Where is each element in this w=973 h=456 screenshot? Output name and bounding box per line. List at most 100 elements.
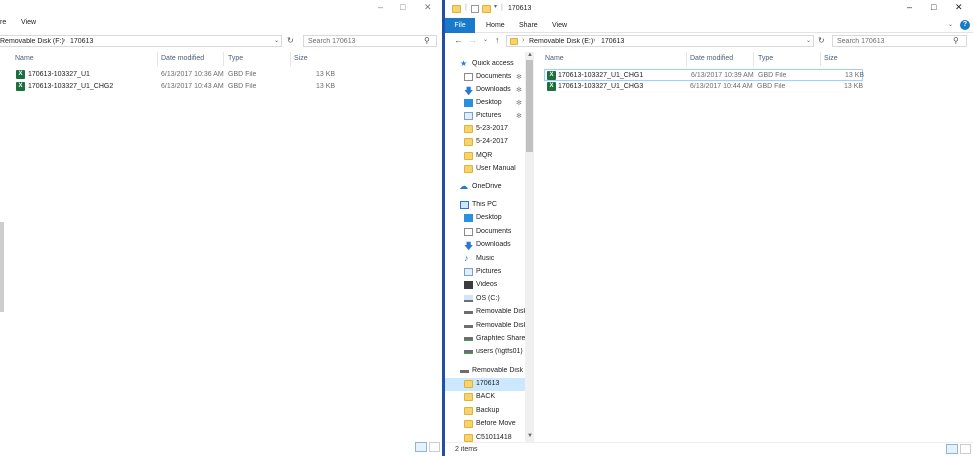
refresh-icon[interactable]: ↻ [287, 36, 294, 45]
column-divider [820, 52, 821, 66]
breadcrumb-removable-disk[interactable]: Removable Disk (F:) [0, 38, 64, 45]
nav-item-user-manual[interactable]: User Manual [445, 163, 525, 176]
nav-item-mqr[interactable]: MQR [445, 150, 525, 163]
file-row[interactable]: X 170613-103327_U1_CHG2 6/13/2017 10:43 … [14, 81, 336, 93]
column-header-size[interactable]: Size [824, 55, 838, 62]
scroll-up-icon[interactable]: ▲ [527, 52, 533, 58]
expand-ribbon-icon[interactable]: ⌄ [948, 21, 953, 28]
minimize-icon[interactable]: – [378, 2, 383, 12]
toolbar-separator: | [501, 4, 503, 11]
ribbon-tab-partial[interactable]: re [0, 19, 6, 26]
search-input[interactable]: Search 170613 ⚲ [832, 35, 967, 47]
recent-locations-icon[interactable]: ⌄ [483, 36, 488, 43]
nav-pc-users-share[interactable]: users (\\gtfs01) ( [445, 346, 527, 359]
new-folder-icon[interactable] [482, 5, 491, 13]
nav-pc-desktop[interactable]: Desktop [445, 212, 525, 225]
refresh-icon[interactable]: ↻ [818, 36, 825, 45]
nav-scrollbar-thumb[interactable] [526, 60, 533, 152]
ribbon-tab-file[interactable]: File [445, 18, 475, 33]
windows-drive-icon [464, 295, 473, 302]
back-arrow-icon[interactable]: ← [454, 35, 463, 45]
address-bar[interactable]: Removable Disk (F:) › 170613 ⌄ [0, 35, 282, 47]
nav-onedrive[interactable]: ☁ OneDrive [445, 181, 525, 194]
scroll-down-icon[interactable]: ▼ [527, 433, 533, 439]
column-header-type[interactable]: Type [228, 55, 243, 62]
nav-pc-removable-disk-2[interactable]: Removable Disk [445, 320, 527, 333]
nav-label: This PC [472, 201, 497, 208]
nav-pc-graphtec-share[interactable]: Graphtec Share ( [445, 333, 530, 346]
nav-folder-170613[interactable]: 170613 [445, 378, 525, 391]
nav-pc-videos[interactable]: Videos [445, 279, 525, 292]
chevron-down-icon[interactable]: ⌄ [274, 37, 279, 44]
help-icon[interactable]: ? [960, 20, 970, 30]
nav-folder-back[interactable]: BACK [445, 391, 525, 404]
nav-item-5-24-2017[interactable]: 5-24-2017 [445, 136, 525, 149]
excel-file-icon: X [547, 71, 556, 80]
forward-arrow-icon[interactable]: → [468, 35, 477, 45]
column-header-size[interactable]: Size [294, 55, 308, 62]
nav-label: 170613 [476, 380, 500, 387]
close-icon[interactable]: ✕ [424, 2, 432, 13]
nav-label: User Manual [476, 165, 516, 172]
breadcrumb-folder[interactable]: 170613 [70, 38, 93, 45]
details-view-icon[interactable] [946, 444, 958, 454]
column-header-name[interactable]: Name [15, 55, 34, 62]
large-icons-view-icon[interactable] [960, 444, 971, 454]
nav-pc-music[interactable]: ♪ Music [445, 253, 525, 266]
file-row[interactable]: X 170613-103327_U1_CHG1 6/13/2017 10:39 … [544, 69, 864, 81]
quick-toolbar-dropdown-icon[interactable]: ▾ [494, 3, 497, 10]
close-icon[interactable]: ✕ [955, 2, 963, 13]
column-header-date[interactable]: Date modified [690, 55, 733, 62]
scrollbar-thumb[interactable] [0, 222, 4, 312]
nav-folder-backup[interactable]: Backup [445, 405, 525, 418]
ribbon-tab-view[interactable]: View [21, 19, 36, 26]
breadcrumb-separator-icon: › [522, 37, 525, 44]
nav-item-downloads[interactable]: 🡇 Downloads ✻ [445, 84, 525, 97]
pin-icon[interactable]: ✻ [516, 73, 522, 81]
column-header-name[interactable]: Name [545, 55, 564, 62]
search-input[interactable]: Search 170613 ⚲ [303, 35, 437, 47]
ribbon-tab-share[interactable]: Share [519, 22, 538, 29]
details-view-icon[interactable] [415, 442, 427, 452]
maximize-icon[interactable]: □ [931, 2, 936, 12]
chevron-down-icon[interactable]: ⌄ [806, 37, 811, 44]
search-icon[interactable]: ⚲ [953, 36, 959, 45]
pin-icon[interactable]: ✻ [516, 86, 522, 94]
nav-folder-before-move[interactable]: Before Move [445, 418, 525, 431]
nav-label: Documents [476, 73, 512, 80]
nav-pc-pictures[interactable]: Pictures [445, 266, 525, 279]
nav-pc-downloads[interactable]: 🡇 Downloads [445, 239, 525, 252]
properties-icon[interactable] [471, 5, 479, 13]
breadcrumb-removable-disk[interactable]: Removable Disk (E:) [529, 38, 593, 45]
file-row[interactable]: X 170613-103327_U1_CHG3 6/13/2017 10:44 … [545, 81, 863, 93]
maximize-icon[interactable]: □ [400, 2, 405, 12]
nav-folder-c51011418[interactable]: C51011418 [445, 432, 525, 442]
nav-quick-access[interactable]: ★ Quick access [445, 58, 525, 71]
minimize-icon[interactable]: – [907, 2, 912, 12]
file-row[interactable]: X 170613-103327_U1 6/13/2017 10:36 AM GB… [14, 69, 335, 81]
nav-pc-documents[interactable]: Documents [445, 226, 525, 239]
address-bar[interactable]: › Removable Disk (E:) › 170613 ⌄ [506, 35, 814, 47]
nav-this-pc[interactable]: This PC [445, 199, 525, 212]
nav-removable-disk-e[interactable]: Removable Disk (E [445, 365, 532, 378]
nav-pc-os-drive[interactable]: OS (C:) [445, 293, 525, 306]
up-arrow-icon[interactable]: ↑ [495, 35, 500, 45]
file-size: 13 KB [316, 83, 336, 90]
ribbon-tab-view[interactable]: View [552, 22, 567, 29]
drive-icon [464, 311, 473, 314]
network-drive-icon [464, 350, 473, 354]
left-explorer-window: – □ ✕ re View Removable Disk (F:) › 1706… [0, 0, 442, 456]
search-icon[interactable]: ⚲ [424, 36, 430, 45]
column-header-date[interactable]: Date modified [161, 55, 204, 62]
nav-item-pictures[interactable]: Pictures ✻ [445, 110, 525, 123]
nav-item-desktop[interactable]: Desktop ✻ [445, 97, 525, 110]
nav-pc-removable-disk-1[interactable]: Removable Disk [445, 306, 527, 319]
pin-icon[interactable]: ✻ [516, 99, 522, 107]
pin-icon[interactable]: ✻ [516, 112, 522, 120]
breadcrumb-folder[interactable]: 170613 [601, 38, 624, 45]
nav-item-documents[interactable]: Documents ✻ [445, 71, 525, 84]
ribbon-tab-home[interactable]: Home [486, 22, 505, 29]
column-header-type[interactable]: Type [758, 55, 773, 62]
large-icons-view-icon[interactable] [429, 442, 440, 452]
nav-item-5-23-2017[interactable]: 5-23-2017 [445, 123, 525, 136]
